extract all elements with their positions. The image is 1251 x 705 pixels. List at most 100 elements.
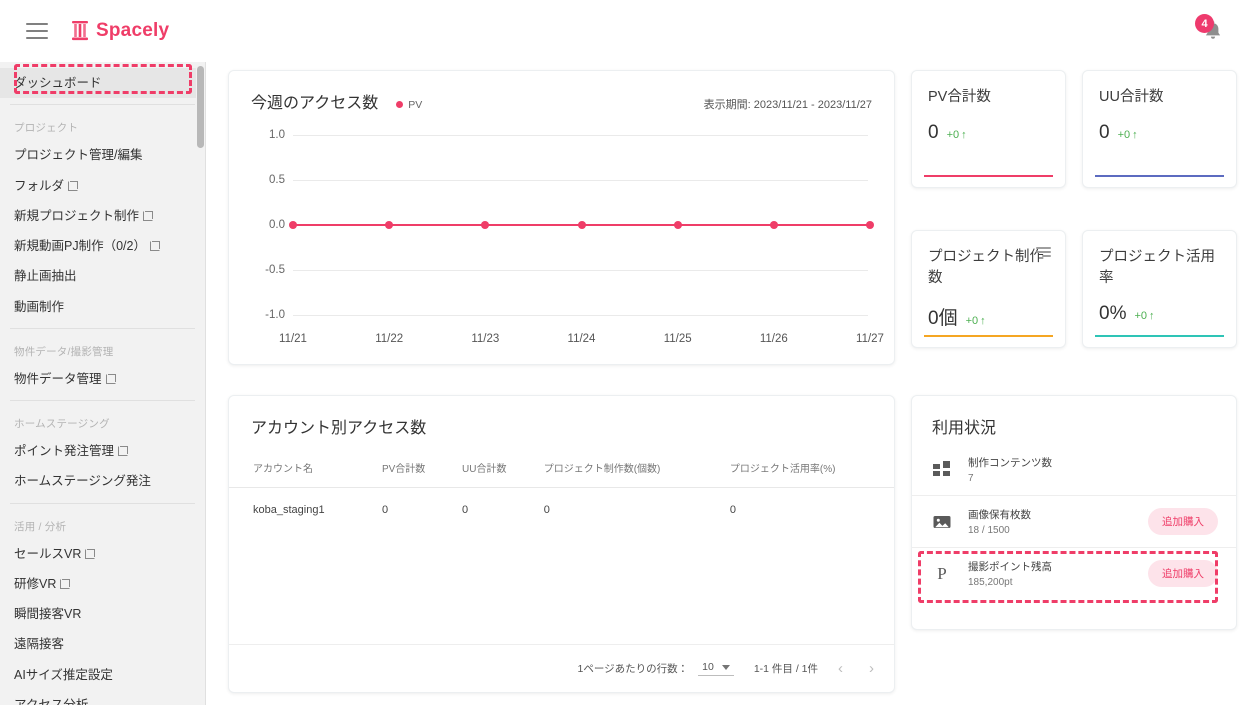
kpi-value-row: 0 +0 ↑ bbox=[928, 122, 1049, 144]
nav-section-label: 活用 / 分析 bbox=[14, 520, 67, 533]
chart-x-tick-label: 11/23 bbox=[471, 333, 500, 345]
chart-line-segment bbox=[677, 223, 774, 227]
sidebar-item-label: フォルダ bbox=[14, 178, 65, 193]
kpi-card-uu: UU合計数 0 +0 ↑ bbox=[1082, 70, 1237, 188]
nav-divider bbox=[10, 502, 195, 504]
rows-per-page-select[interactable]: 10 bbox=[698, 661, 734, 676]
external-link-icon bbox=[68, 180, 79, 191]
chart-data-point[interactable] bbox=[769, 221, 778, 229]
chart-line-segment bbox=[389, 223, 486, 227]
notifications-button[interactable]: 4 bbox=[1195, 14, 1227, 50]
external-link-icon bbox=[149, 241, 160, 252]
kpi-menu-icon[interactable] bbox=[1036, 247, 1051, 257]
sidebar-item[interactable]: AIサイズ推定設定 bbox=[0, 660, 205, 690]
sidebar-item[interactable]: 研修VR bbox=[0, 569, 205, 599]
chart-x-tick-label: 11/27 bbox=[856, 333, 884, 345]
chevron-down-icon bbox=[721, 664, 730, 670]
kpi-delta: +0 ↑ bbox=[1134, 310, 1154, 322]
chart-x-tick-label: 11/26 bbox=[759, 333, 788, 345]
table-row[interactable]: koba_staging1 0 0 0 0 bbox=[229, 488, 894, 533]
sidebar-item-label: 新規動画PJ制作（0/2） bbox=[14, 239, 146, 253]
sidebar-item-label: プロジェクト管理/編集 bbox=[14, 148, 143, 163]
table-header-row: アカウント名 PV合計数 UU合計数 プロジェクト制作数(個数) プロジェクト活用率(%… bbox=[229, 452, 894, 488]
point-p-icon: P bbox=[937, 563, 947, 583]
chart-line-segment bbox=[293, 223, 390, 227]
kpi-delta-value: +0 bbox=[1134, 310, 1148, 323]
chart-line-segment bbox=[485, 223, 582, 227]
chart-data-point[interactable] bbox=[577, 221, 586, 229]
brand-name: Spacely bbox=[96, 20, 170, 41]
kpi-accent-line bbox=[924, 335, 1053, 337]
nav-divider bbox=[10, 104, 195, 106]
sidebar-item-label: 遠隔接客 bbox=[14, 637, 65, 652]
sidebar-item[interactable]: セールスVR bbox=[0, 539, 205, 569]
pagination-arrows: ‹ › bbox=[838, 660, 874, 677]
chart-y-tick-label: -1.0 bbox=[265, 309, 285, 321]
sidebar-item[interactable]: ホームステージング発注 bbox=[0, 466, 205, 496]
external-link-icon bbox=[143, 210, 154, 221]
external-link-icon bbox=[105, 373, 116, 384]
pagination-range: 1-1 件目 / 1件 bbox=[753, 663, 818, 675]
sidebar-item[interactable]: 物件データ管理 bbox=[0, 364, 205, 394]
sidebar-scrollbar[interactable] bbox=[196, 62, 205, 705]
sidebar-item[interactable]: 新規動画PJ制作（0/2） bbox=[0, 231, 205, 261]
usage-row-image-count: 画像保有枚数 18 / 1500 追加購入 bbox=[912, 495, 1236, 547]
table-column-header: アカウント名 bbox=[229, 452, 376, 488]
table-cell: 0 bbox=[543, 504, 550, 516]
sidebar-item[interactable]: ダッシュボード bbox=[0, 68, 205, 99]
table-column-header: プロジェクト活用率(%) bbox=[723, 452, 894, 488]
sidebar: ダッシュボード プロジェクト プロジェクト管理/編集 フォルダ 新規プロジェクト制作 新規… bbox=[0, 62, 206, 705]
legend-dot-pv bbox=[396, 101, 404, 108]
chart-y-tick-label: 0.0 bbox=[269, 219, 285, 231]
chart-data-point[interactable] bbox=[385, 221, 394, 229]
chart-gridline bbox=[293, 180, 868, 181]
chart-data-point[interactable] bbox=[866, 221, 874, 229]
weekly-access-chart-card: 今週のアクセス数 PV 表示期間: 2023/11/21 - 2023/11/2… bbox=[228, 70, 895, 365]
usage-text: 制作コンテンツ数 7 bbox=[968, 455, 1052, 484]
account-access-table: アカウント名 PV合計数 UU合計数 プロジェクト制作数(個数) プロジェクト活用率(%… bbox=[229, 452, 894, 532]
sidebar-item[interactable]: 静止画抽出 bbox=[0, 261, 205, 291]
bell-icon bbox=[1201, 21, 1225, 50]
chart-gridline bbox=[293, 135, 868, 136]
rows-per-page-value: 10 bbox=[702, 661, 714, 673]
sidebar-scrollbar-thumb[interactable] bbox=[197, 66, 204, 148]
usage-row-point-balance: P 撮影ポイント残高 185,200pt 追加購入 bbox=[912, 547, 1236, 599]
blocks-icon bbox=[930, 458, 954, 482]
sidebar-item[interactable]: 遠隔接客 bbox=[0, 629, 205, 659]
sidebar-item[interactable]: アクセス分析 bbox=[0, 690, 205, 705]
chart-line-segment bbox=[581, 223, 678, 227]
chevron-right-icon[interactable]: › bbox=[869, 660, 874, 677]
hamburger-icon[interactable] bbox=[26, 23, 48, 39]
top-bar-actions: 4 bbox=[1189, 11, 1233, 51]
sidebar-item[interactable]: ポイント発注管理 bbox=[0, 436, 205, 466]
brand-logo-link[interactable]: Spacely bbox=[70, 20, 169, 42]
table-pagination: 1ページあたりの行数： 10 1-1 件目 / 1件 ‹ › bbox=[229, 644, 894, 692]
sidebar-item[interactable]: 動画制作 bbox=[0, 292, 205, 322]
chevron-left-icon[interactable]: ‹ bbox=[838, 660, 843, 677]
nav-divider bbox=[10, 327, 195, 329]
kpi-delta: +0 ↑ bbox=[966, 315, 986, 327]
sidebar-item[interactable]: 瞬間接客VR bbox=[0, 599, 205, 629]
chart-data-point[interactable] bbox=[481, 221, 490, 229]
chart-data-point[interactable] bbox=[673, 221, 682, 229]
usage-row-content-count: 制作コンテンツ数 7 bbox=[912, 444, 1236, 495]
table-head: アカウント名 PV合計数 UU合計数 プロジェクト制作数(個数) プロジェクト活用率(%… bbox=[229, 452, 894, 488]
additional-purchase-button[interactable]: 追加購入 bbox=[1148, 560, 1218, 587]
sidebar-item[interactable]: フォルダ bbox=[0, 171, 205, 201]
usage-text: 画像保有枚数 18 / 1500 bbox=[968, 507, 1031, 536]
top-bar: Spacely 4 bbox=[0, 0, 1251, 62]
kpi-value: 0% bbox=[1099, 303, 1127, 325]
rows-per-page-label: 1ページあたりの行数： bbox=[577, 663, 689, 675]
hamburger-line bbox=[26, 30, 48, 32]
additional-purchase-button[interactable]: 追加購入 bbox=[1148, 508, 1218, 535]
sidebar-item[interactable]: プロジェクト管理/編集 bbox=[0, 140, 205, 170]
kpi-value-row: 0% +0 ↑ bbox=[1099, 303, 1220, 325]
sidebar-item-label: 瞬間接客VR bbox=[14, 607, 82, 621]
usage-value: 185,200pt bbox=[968, 577, 1013, 588]
nav-divider bbox=[10, 400, 195, 401]
kpi-value: 0 bbox=[1099, 122, 1110, 144]
sidebar-item[interactable]: 新規プロジェクト制作 bbox=[0, 201, 205, 231]
external-link-icon bbox=[60, 578, 71, 589]
chart-data-point[interactable] bbox=[289, 221, 297, 229]
kpi-title: PV合計数 bbox=[928, 89, 991, 105]
